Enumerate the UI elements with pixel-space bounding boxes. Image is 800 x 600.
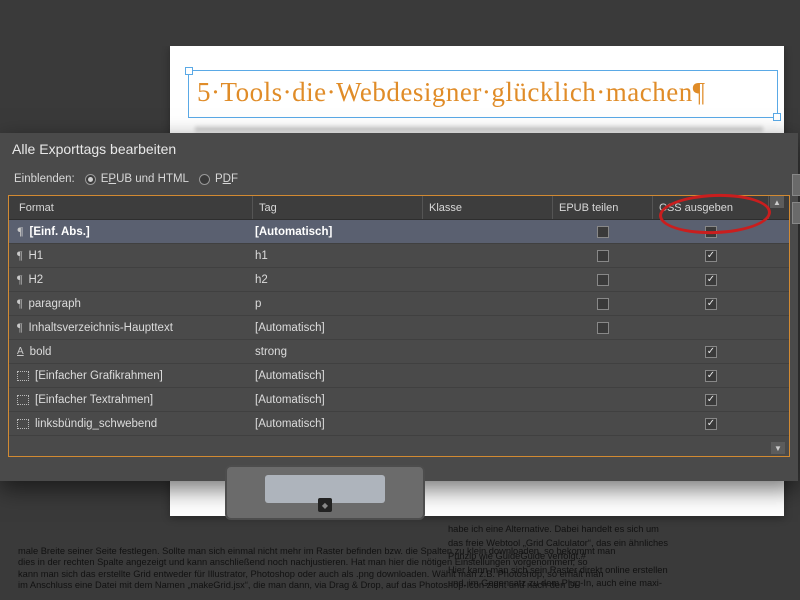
paragraph-style-icon: ¶	[17, 320, 22, 335]
tag-value: strong	[253, 346, 423, 358]
checkbox[interactable]	[705, 226, 717, 238]
format-name: bold	[30, 346, 52, 358]
dialog-side-button-1[interactable]	[792, 174, 800, 196]
tag-value: [Automatisch]	[253, 322, 423, 334]
radio-pdf[interactable]: PDF	[199, 173, 238, 185]
device-mock-image: ◆	[225, 465, 425, 520]
format-name: H1	[28, 250, 43, 262]
tag-value: [Automatisch]	[253, 418, 423, 430]
format-name: [Einfacher Grafikrahmen]	[35, 370, 163, 382]
scroll-up-icon[interactable]: ▲	[770, 196, 784, 208]
scroll-down-icon[interactable]: ▼	[771, 442, 785, 454]
col-css-ausgeben[interactable]: CSS ausgeben	[653, 196, 769, 219]
headline-text-frame[interactable]: 5·Tools·die·Webdesigner·glücklich·machen…	[188, 70, 778, 118]
radio-dot-icon	[199, 174, 210, 185]
export-tags-table: Format Tag Klasse EPUB teilen CSS ausgeb…	[8, 195, 790, 457]
checkbox[interactable]	[597, 250, 609, 262]
paragraph-style-icon: ¶	[17, 296, 22, 311]
checkbox[interactable]	[705, 370, 717, 382]
paragraph-style-icon: ¶	[17, 224, 23, 239]
headline-text: 5·Tools·die·Webdesigner·glücklich·machen…	[189, 71, 777, 114]
checkbox[interactable]	[705, 394, 717, 406]
tag-value: [Automatisch]	[253, 226, 423, 238]
object-style-icon	[17, 371, 29, 381]
tag-value: [Automatisch]	[253, 394, 423, 406]
tag-value: [Automatisch]	[253, 370, 423, 382]
checkbox[interactable]	[597, 274, 609, 286]
paragraph-style-icon: ¶	[17, 248, 22, 263]
article-wide-bottom: male Breite seiner Seite festlegen. Soll…	[18, 546, 782, 592]
format-name: [Einfacher Textrahmen]	[35, 394, 153, 406]
checkbox[interactable]	[705, 346, 717, 358]
col-tag[interactable]: Tag	[253, 196, 423, 219]
format-name: [Einf. Abs.]	[29, 226, 89, 238]
table-row[interactable]: linksbündig_schwebend [Automatisch]	[9, 412, 789, 436]
home-icon: ◆	[318, 498, 332, 512]
col-epub-teilen[interactable]: EPUB teilen	[553, 196, 653, 219]
radio-epub-html[interactable]: EPUB und HTML	[85, 173, 189, 185]
format-name: H2	[28, 274, 43, 286]
format-name: linksbündig_schwebend	[35, 418, 157, 430]
table-row[interactable]: ¶ paragraph p	[9, 292, 789, 316]
table-row[interactable]: ¶ H2 h2	[9, 268, 789, 292]
checkbox[interactable]	[597, 322, 609, 334]
table-row[interactable]: [Einfacher Textrahmen] [Automatisch]	[9, 388, 789, 412]
checkbox[interactable]	[705, 274, 717, 286]
format-name: paragraph	[28, 298, 80, 310]
export-tags-dialog: Alle Exporttags bearbeiten Einblenden: E…	[0, 133, 798, 481]
checkbox[interactable]	[705, 418, 717, 430]
table-row[interactable]: [Einfacher Grafikrahmen] [Automatisch]	[9, 364, 789, 388]
tag-value: h1	[253, 250, 423, 262]
dialog-side-button-2[interactable]	[792, 202, 800, 224]
table-row[interactable]: ¶ H1 h1	[9, 244, 789, 268]
table-row[interactable]: Abold strong	[9, 340, 789, 364]
object-style-icon	[17, 395, 29, 405]
object-style-icon	[17, 419, 29, 429]
tag-value: h2	[253, 274, 423, 286]
checkbox[interactable]	[597, 226, 609, 238]
show-label: Einblenden:	[14, 173, 75, 185]
table-header: Format Tag Klasse EPUB teilen CSS ausgeb…	[9, 196, 789, 220]
table-row[interactable]: ¶ [Einf. Abs.] [Automatisch]	[9, 220, 789, 244]
character-style-icon: A	[17, 346, 24, 357]
dialog-title: Alle Exporttags bearbeiten	[0, 133, 798, 167]
checkbox[interactable]	[597, 298, 609, 310]
paragraph-style-icon: ¶	[17, 272, 22, 287]
checkbox[interactable]	[705, 298, 717, 310]
checkbox[interactable]	[705, 250, 717, 262]
radio-dot-icon	[85, 174, 96, 185]
tag-value: p	[253, 298, 423, 310]
table-row[interactable]: ¶ Inhaltsverzeichnis-Haupttext [Automatisc…	[9, 316, 789, 340]
col-format[interactable]: Format	[13, 196, 253, 219]
col-klasse[interactable]: Klasse	[423, 196, 553, 219]
format-name: Inhaltsverzeichnis-Haupttext	[28, 322, 172, 334]
